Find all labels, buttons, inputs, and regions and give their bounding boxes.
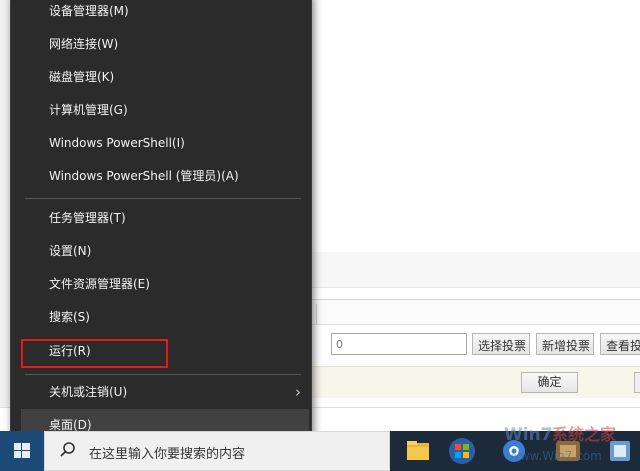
- background-left-strip: [0, 0, 10, 430]
- search-placeholder: 在这里输入你要搜索的内容: [89, 447, 246, 462]
- background-action-row: [312, 366, 640, 398]
- secondary-confirm-button[interactable]: [634, 372, 640, 393]
- background-band: [312, 252, 640, 288]
- chevron-right-icon: ›: [295, 383, 301, 401]
- menu-item-powershell-admin[interactable]: Windows PowerShell (管理员)(A): [21, 160, 309, 193]
- background-content-area: [312, 0, 640, 252]
- menu-item-settings[interactable]: 设置(N): [21, 235, 309, 268]
- menu-item-search[interactable]: 搜索(S): [21, 301, 309, 334]
- menu-item-device-manager[interactable]: 设备管理器(M): [21, 0, 309, 28]
- browser-icon[interactable]: [494, 431, 534, 471]
- vote-count-input[interactable]: [331, 333, 467, 355]
- menu-item-network-connections[interactable]: 网络连接(W): [21, 28, 309, 61]
- menu-item-disk-management[interactable]: 磁盘管理(K): [21, 61, 309, 94]
- winx-context-menu: 设备管理器(M) 网络连接(W) 磁盘管理(K) 计算机管理(G) Window…: [10, 0, 312, 442]
- menu-separator: [25, 198, 301, 199]
- menu-item-task-manager[interactable]: 任务管理器(T): [21, 202, 309, 235]
- confirm-button[interactable]: 确定: [521, 372, 578, 393]
- background-tab-strip: [312, 299, 640, 325]
- menu-item-powershell[interactable]: Windows PowerShell(I): [21, 127, 309, 160]
- menu-item-shutdown[interactable]: 关机或注销(U) ›: [21, 376, 309, 409]
- add-vote-button[interactable]: 新增投票: [536, 333, 594, 355]
- app-icon[interactable]: [600, 431, 640, 471]
- search-icon: [59, 441, 77, 463]
- menu-item-computer-management[interactable]: 计算机管理(G): [21, 94, 309, 127]
- menu-item-shutdown-label: 关机或注销(U): [49, 385, 128, 399]
- run-highlight-box: [21, 339, 168, 368]
- taskbar: 在这里输入你要搜索的内容: [0, 431, 640, 471]
- windows-start-icon[interactable]: [0, 431, 44, 471]
- background-divider: [316, 304, 317, 324]
- view-vote-button[interactable]: 查看投: [600, 333, 640, 355]
- menu-separator: [25, 374, 301, 375]
- menu-item-file-explorer[interactable]: 文件资源管理器(E): [21, 268, 309, 301]
- file-explorer-icon[interactable]: [398, 431, 438, 471]
- windows-logo-icon[interactable]: [442, 431, 482, 471]
- taskbar-search-box[interactable]: 在这里输入你要搜索的内容: [44, 431, 390, 471]
- game-icon[interactable]: [548, 431, 588, 471]
- select-vote-button[interactable]: 选择投票: [472, 333, 530, 355]
